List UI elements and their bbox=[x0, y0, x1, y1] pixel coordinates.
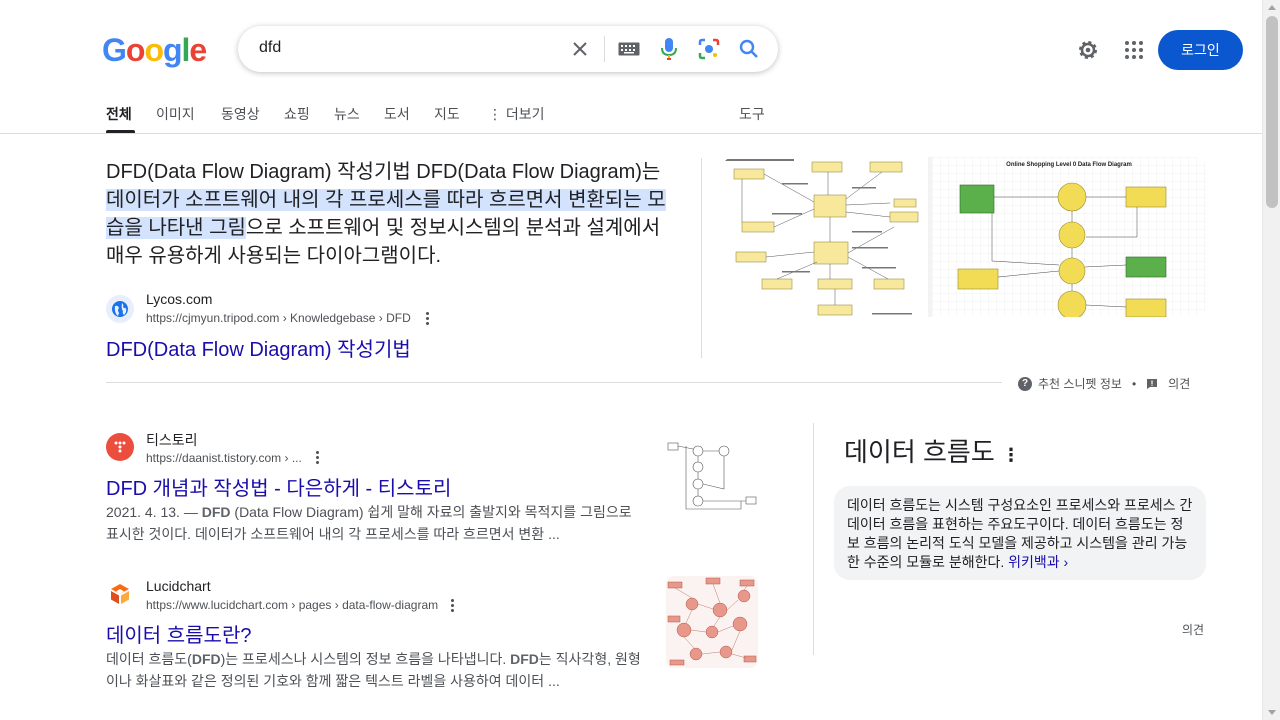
scroll-thumb[interactable] bbox=[1266, 16, 1278, 208]
snippet-bold: DFD bbox=[191, 651, 221, 667]
about-snippet-label: 추천 스니펫 정보 bbox=[1038, 377, 1122, 391]
about-featured-snippet[interactable]: ? 추천 스니펫 정보 • 의견 bbox=[1018, 375, 1190, 392]
result-menu-icon[interactable] bbox=[451, 599, 455, 614]
search-input[interactable]: dfd bbox=[259, 39, 281, 57]
tab-maps[interactable]: 지도 bbox=[434, 104, 460, 124]
tab-books[interactable]: 도서 bbox=[384, 104, 410, 124]
logo-letter: o bbox=[144, 32, 164, 68]
clear-icon[interactable] bbox=[568, 37, 592, 61]
page-scrollbar[interactable] bbox=[1262, 0, 1280, 720]
knowledge-panel-title-text: 데이터 흐름도 bbox=[844, 437, 995, 467]
keyboard-icon[interactable] bbox=[617, 37, 641, 61]
scroll-down-arrow-icon[interactable] bbox=[1268, 710, 1276, 715]
lucidchart-favicon bbox=[106, 580, 134, 608]
snippet-feedback-label: 의견 bbox=[1168, 377, 1191, 391]
search-box[interactable]: dfd bbox=[238, 26, 778, 72]
search-icon[interactable] bbox=[737, 37, 761, 61]
wikipedia-link[interactable]: 위키백과 › bbox=[1008, 554, 1068, 570]
settings-gear-icon[interactable] bbox=[1076, 38, 1100, 62]
snippet-text: 데이터 흐름도( bbox=[106, 651, 192, 667]
result-snippet: 2021. 4. 13. — DFD (Data Flow Diagram) 쉽… bbox=[106, 501, 646, 545]
dot-separator: • bbox=[1131, 376, 1137, 391]
knowledge-panel-description: 데이터 흐름도는 시스템 구성요소인 프로세스와 프로세스 간 데이터 흐름을 … bbox=[834, 486, 1206, 580]
knowledge-panel-title: 데이터 흐름도 ⋮ bbox=[844, 432, 1020, 469]
snippet-images[interactable]: Online Shopping Level 0 Data Flow Diagra… bbox=[722, 157, 1206, 317]
globe-icon bbox=[106, 295, 134, 323]
tistory-favicon bbox=[106, 433, 134, 461]
result-url: https://cjmyun.tripod.com › Knowledgebas… bbox=[146, 311, 411, 325]
more-vert-icon: ⋮ bbox=[488, 106, 502, 122]
result-menu-icon[interactable] bbox=[426, 312, 430, 327]
search-divider bbox=[604, 36, 605, 62]
apps-grid-icon[interactable] bbox=[1122, 38, 1146, 62]
knowledge-panel-divider bbox=[813, 423, 814, 655]
active-tab-indicator bbox=[106, 130, 135, 133]
tab-tools[interactable]: 도구 bbox=[739, 104, 765, 124]
result-title-link[interactable]: DFD(Data Flow Diagram) 작성기법 bbox=[106, 333, 411, 362]
tab-more-label: 더보기 bbox=[505, 106, 545, 122]
snippet-text: )는 프로세스나 시스템의 정보 흐름을 나타냅니다. bbox=[220, 651, 511, 667]
snippet-bold: DFD bbox=[201, 504, 231, 520]
snippet-prefix: DFD(Data Flow Diagram) 작성기법 DFD(Data Flo… bbox=[106, 161, 661, 183]
snippet-bold: DFD bbox=[510, 651, 539, 667]
tab-videos[interactable]: 동영상 bbox=[221, 104, 260, 124]
logo-letter: g bbox=[162, 32, 183, 68]
result-snippet: 데이터 흐름도(DFD)는 프로세스나 시스템의 정보 흐름을 나타냅니다. D… bbox=[106, 648, 646, 692]
tab-news[interactable]: 뉴스 bbox=[334, 104, 360, 124]
result-site-name: Lucidchart bbox=[146, 578, 211, 594]
result-thumbnail[interactable] bbox=[666, 576, 758, 668]
tab-shopping[interactable]: 쇼핑 bbox=[284, 104, 310, 124]
dfd-image-caption: Online Shopping Level 0 Data Flow Diagra… bbox=[1006, 162, 1132, 168]
result-date: 2021. 4. 13. — bbox=[106, 504, 202, 520]
tab-more[interactable]: ⋮ 더보기 bbox=[488, 104, 545, 124]
result-menu-icon[interactable] bbox=[316, 451, 320, 466]
logo-letter: e bbox=[189, 32, 207, 68]
result-url: https://daanist.tistory.com › ... bbox=[146, 451, 302, 465]
result-title-link[interactable]: 데이터 흐름도란? bbox=[106, 619, 251, 648]
logo-letter: G bbox=[102, 32, 127, 68]
logo-letter: o bbox=[125, 32, 146, 68]
more-vert-icon[interactable]: ⋮ bbox=[1002, 445, 1020, 465]
scroll-up-arrow-icon[interactable] bbox=[1268, 5, 1276, 10]
result-url: https://www.lucidchart.com › pages › dat… bbox=[146, 598, 439, 612]
feedback-icon bbox=[1147, 378, 1158, 389]
featured-snippet-text: DFD(Data Flow Diagram) 작성기법 DFD(Data Flo… bbox=[106, 158, 676, 270]
dfd-image-1[interactable] bbox=[722, 157, 928, 317]
result-site-name: 티스토리 bbox=[146, 432, 198, 448]
dfd-image-2[interactable]: Online Shopping Level 0 Data Flow Diagra… bbox=[932, 157, 1206, 317]
tab-images[interactable]: 이미지 bbox=[156, 104, 195, 124]
result-title-link[interactable]: DFD 개념과 작성법 - 다은하게 - 티스토리 bbox=[106, 472, 451, 501]
microphone-icon[interactable] bbox=[657, 37, 681, 61]
snippet-separator bbox=[106, 382, 1002, 383]
result-site-name: Lycos.com bbox=[146, 291, 213, 307]
login-button[interactable]: 로그인 bbox=[1158, 30, 1243, 70]
knowledge-panel-feedback[interactable]: 의견 bbox=[1182, 621, 1204, 638]
snippet-divider bbox=[701, 158, 702, 358]
help-icon: ? bbox=[1018, 376, 1032, 391]
google-logo[interactable]: Google bbox=[102, 32, 207, 69]
lens-icon[interactable] bbox=[697, 37, 721, 61]
tab-all[interactable]: 전체 bbox=[106, 104, 132, 124]
search-tabs: 전체 이미지 동영상 쇼핑 뉴스 도서 지도 ⋮ 더보기 도구 bbox=[0, 96, 1262, 134]
result-thumbnail[interactable] bbox=[666, 429, 758, 521]
